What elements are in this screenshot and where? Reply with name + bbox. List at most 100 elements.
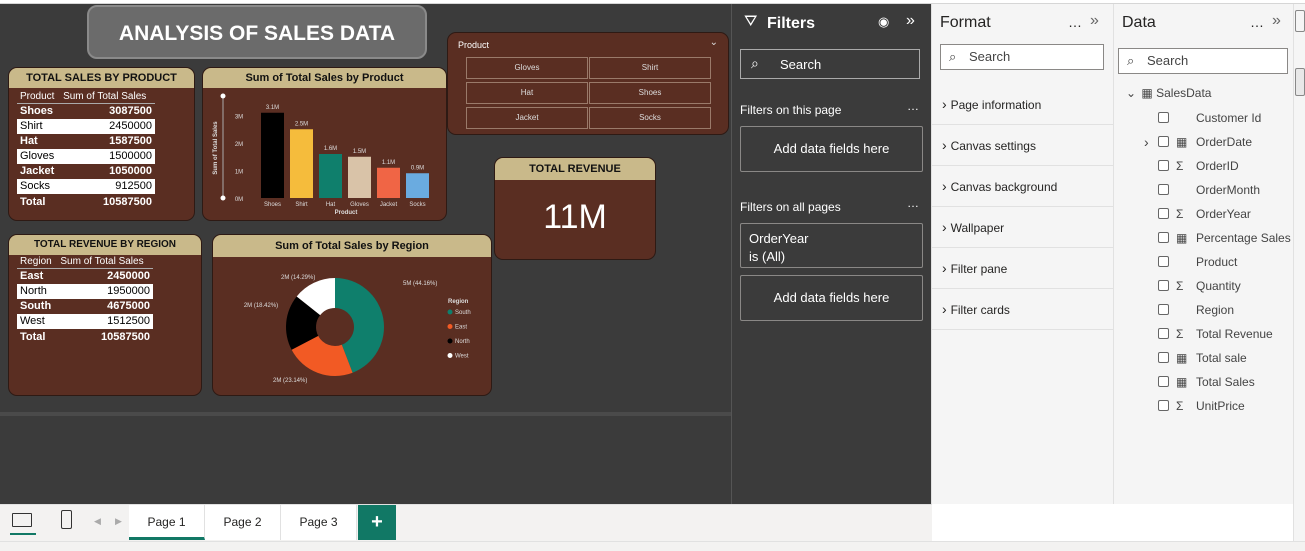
format-section-label: Page information (950, 98, 1042, 112)
field-checkbox[interactable] (1158, 328, 1169, 339)
product-slicer[interactable]: Product ⌄ Gloves Shirt Hat Shoes Jacket Socks (447, 32, 729, 135)
field-label: OrderMonth (1196, 183, 1261, 197)
add-data-fields-page[interactable]: Add data fields here (740, 126, 923, 172)
slicer-item[interactable]: Jacket (466, 107, 588, 129)
y-tick-label: 1M (235, 170, 243, 176)
chevron-down-icon[interactable]: ⌄ (710, 37, 718, 48)
row-value: 4675000 (107, 300, 150, 312)
table-node-salesdata[interactable]: ⌄ ▦ SalesData (1126, 86, 1211, 100)
add-data-fields-all[interactable]: Add data fields here (740, 275, 923, 321)
slicer-item[interactable]: Shirt (589, 57, 711, 79)
x-axis-title: Product (335, 210, 358, 216)
filter-card-orderyear[interactable]: OrderYear is (All) (740, 223, 923, 268)
card-value: 11M (543, 198, 607, 236)
page-tab[interactable]: Page 1 (129, 505, 205, 540)
total-revenue-card[interactable]: TOTAL REVENUE 11M (494, 157, 656, 260)
row-value: 2450000 (60, 118, 155, 134)
rail-button[interactable] (1295, 68, 1305, 96)
more-options-icon[interactable]: … (907, 196, 919, 210)
table-icon: ▦ (1141, 86, 1153, 100)
desktop-layout-icon[interactable] (12, 513, 32, 527)
report-canvas: ANALYSIS OF SALES DATA TOTAL SALES BY PR… (0, 4, 731, 504)
collapse-pane-icon[interactable]: » (1272, 12, 1281, 30)
table-row[interactable]: Shoes 3087500 (17, 104, 155, 119)
table-row[interactable]: South 4675000 (17, 299, 153, 314)
format-pane: Format … » ⌕ Search › Page information › … (931, 4, 1113, 504)
filters-pane: ⛛ Filters ◉ » ⌕ Search Filters on this p… (731, 4, 931, 504)
revenue-by-region-table[interactable]: TOTAL REVENUE BY REGION Region Sum of To… (8, 234, 202, 396)
sales-by-product-chart[interactable]: Sum of Total Sales by Product 0M 1M 2M 3M Su… (202, 67, 447, 221)
slicer-item[interactable]: Gloves (466, 57, 588, 79)
chevron-right-icon[interactable]: › (1144, 133, 1149, 151)
format-section[interactable]: › Canvas settings (942, 137, 1036, 153)
page-tab[interactable]: Page 3 (281, 505, 357, 540)
table-row[interactable]: East 2450000 (17, 269, 153, 284)
rail-button[interactable] (1295, 10, 1305, 32)
field-checkbox[interactable] (1158, 160, 1169, 171)
sum-icon: Σ (1176, 327, 1184, 341)
search-placeholder: Search (1147, 53, 1189, 68)
column-header-product[interactable]: Product (17, 90, 61, 104)
sales-by-product-table[interactable]: TOTAL SALES BY PRODUCT Product Sum of To… (8, 67, 195, 221)
table-row[interactable]: Gloves 1500000 (17, 148, 155, 164)
slicer-item[interactable]: Socks (589, 107, 711, 129)
field-checkbox[interactable] (1158, 112, 1169, 123)
field-checkbox[interactable] (1158, 232, 1169, 243)
format-section-label: Filter pane (950, 262, 1008, 276)
divider (932, 247, 1113, 248)
slicer-item[interactable]: Hat (466, 82, 588, 104)
row-label: Gloves (17, 148, 61, 164)
next-page-icon[interactable]: ▶ (115, 516, 122, 527)
data-label: 2M (18.42%) (244, 303, 278, 309)
collapse-pane-icon[interactable]: » (1090, 12, 1099, 30)
field-checkbox[interactable] (1158, 400, 1169, 411)
field-checkbox[interactable] (1158, 256, 1169, 267)
calc-icon: ▦ (1176, 351, 1188, 365)
page-tab[interactable]: Page 2 (205, 505, 281, 540)
format-section[interactable]: › Page information (942, 96, 1041, 112)
mobile-layout-icon[interactable] (61, 510, 72, 529)
table-row[interactable]: Socks 912500 (17, 178, 155, 194)
format-section[interactable]: › Filter cards (942, 301, 1010, 317)
previous-page-icon[interactable]: ◀ (94, 516, 101, 527)
y-tick-label: 3M (235, 115, 243, 121)
data-search[interactable]: ⌕ Search (1118, 48, 1288, 74)
bar-chart-svg: 0M 1M 2M 3M Sum of Total Sales 3.1M Shoes 2.5M S… (213, 93, 429, 216)
field-checkbox[interactable] (1158, 352, 1169, 363)
filters-search[interactable]: ⌕ Search (740, 49, 920, 79)
format-search[interactable]: ⌕ Search (940, 44, 1104, 70)
table-row[interactable]: West 1512500 (17, 313, 153, 329)
legend-item: East (455, 325, 467, 331)
column-header-region[interactable]: Region (17, 255, 58, 269)
add-page-button[interactable]: + (358, 505, 396, 540)
column-header-sum[interactable]: Sum of Total Sales (60, 90, 155, 104)
chevron-right-icon: › (942, 96, 951, 112)
total-row: Total 10587500 (17, 194, 155, 209)
table-row[interactable]: Shirt 2450000 (17, 118, 155, 134)
field-checkbox[interactable] (1158, 208, 1169, 219)
slicer-item[interactable]: Shoes (589, 82, 711, 104)
field-checkbox[interactable] (1158, 280, 1169, 291)
table-row[interactable]: Hat 1587500 (17, 134, 155, 149)
field-checkbox[interactable] (1158, 304, 1169, 315)
column-header-sum[interactable]: Sum of Total Sales (57, 255, 153, 269)
format-section[interactable]: › Wallpaper (942, 219, 1004, 235)
format-section[interactable]: › Filter pane (942, 260, 1007, 276)
field-checkbox[interactable] (1158, 136, 1169, 147)
desktop-layout-underline (10, 533, 36, 535)
table-row[interactable]: Jacket 1050000 (17, 164, 155, 179)
field-checkbox[interactable] (1158, 376, 1169, 387)
more-options-icon[interactable]: … (907, 99, 919, 113)
collapse-pane-icon[interactable]: » (906, 12, 915, 30)
total-label: Total (20, 196, 46, 208)
sales-by-region-chart[interactable]: Sum of Total Sales by Region 5M (44.16%)… (212, 234, 492, 396)
bar (290, 129, 313, 198)
field-checkbox[interactable] (1158, 184, 1169, 195)
more-options-icon[interactable]: … (1250, 14, 1264, 30)
sum-icon: Σ (1176, 207, 1184, 221)
format-section[interactable]: › Canvas background (942, 178, 1057, 194)
table-row[interactable]: North 1950000 (17, 283, 153, 299)
eye-icon[interactable]: ◉ (878, 14, 889, 30)
divider (932, 288, 1113, 289)
more-options-icon[interactable]: … (1068, 14, 1082, 30)
